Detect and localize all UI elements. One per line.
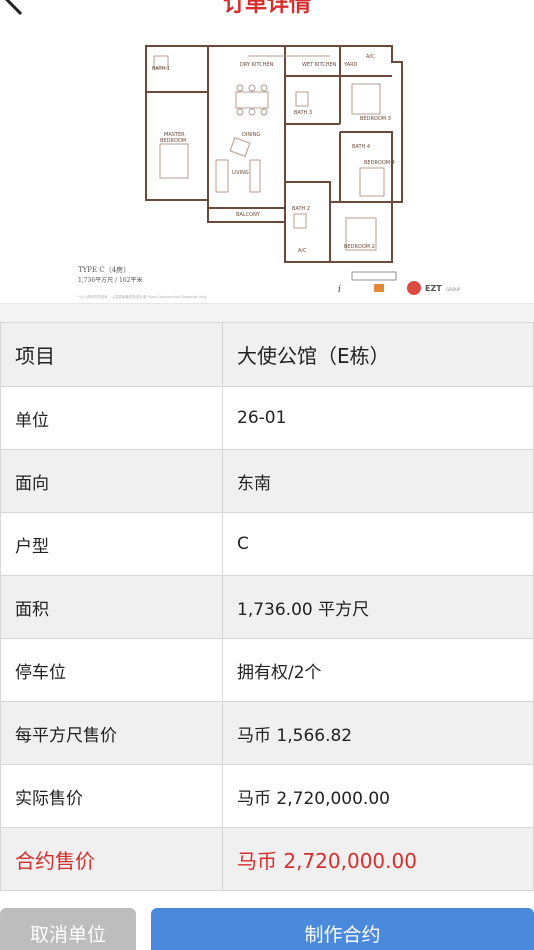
order-detail-table: 项目 大使公馆（E栋） 单位 26-01 面向 东南 户型 C 面积 1,736… bbox=[0, 322, 534, 891]
room-label: DINING bbox=[242, 132, 260, 138]
room-label: A/C bbox=[298, 248, 307, 254]
logo-sub: GROUP bbox=[446, 287, 461, 292]
row-key: 户型 bbox=[0, 512, 223, 576]
row-key: 实际售价 bbox=[0, 764, 223, 828]
row-key: 面积 bbox=[0, 575, 223, 639]
room-label: BATH 2 bbox=[292, 206, 310, 212]
room-label: BATH 1 bbox=[152, 66, 170, 72]
table-header-row: 项目 大使公馆（E栋） bbox=[0, 322, 534, 387]
row-value: 马币 1,566.82 bbox=[222, 701, 534, 765]
room-label: YARD bbox=[343, 62, 358, 68]
row-key: 每平方尺售价 bbox=[0, 701, 223, 765]
nav-bar: 订单详情 bbox=[0, 0, 534, 32]
row-key: 停车位 bbox=[0, 638, 223, 702]
room-label: WET KITCHEN bbox=[302, 62, 337, 68]
room-label: BEDROOM 2 bbox=[344, 244, 375, 250]
row-value: 马币 2,720,000.00 bbox=[222, 764, 534, 828]
table-row: 面向 东南 bbox=[0, 449, 534, 513]
header-value-cell: 大使公馆（E栋） bbox=[222, 322, 534, 387]
table-row: 单位 26-01 bbox=[0, 386, 534, 450]
table-row: 面积 1,736.00 平方尺 bbox=[0, 575, 534, 639]
header-key-cell: 项目 bbox=[0, 322, 223, 387]
ezt-logo-icon bbox=[407, 281, 421, 295]
room-label: BEDROOM 4 bbox=[364, 160, 395, 166]
page-title: 订单详情 bbox=[222, 0, 311, 17]
room-label: BEDROOM 3 bbox=[360, 116, 391, 122]
logo-text: EZT bbox=[425, 284, 442, 293]
contract-price-row: 合约售价 马币 2,720,000.00 bbox=[0, 827, 534, 891]
row-key: 面向 bbox=[0, 449, 223, 513]
row-value: 东南 bbox=[222, 449, 534, 513]
table-row: 每平方尺售价 马币 1,566.82 bbox=[0, 701, 534, 765]
create-contract-button[interactable]: 制作合约 bbox=[151, 908, 534, 950]
unit-area-label: 1,736平方尺 / 162平米 bbox=[78, 276, 142, 284]
table-row: 实际售价 马币 2,720,000.00 bbox=[0, 764, 534, 828]
floorplan-drawing: BATH 1 DRY KITCHEN WET KITCHEN YARD A/C … bbox=[78, 45, 461, 299]
room-label: BALCONY bbox=[236, 212, 261, 218]
room-label: BEDROOM bbox=[160, 138, 186, 144]
row-value: 1,736.00 平方尺 bbox=[222, 575, 534, 639]
bottom-action-bar: 取消单位 制作合约 bbox=[0, 892, 534, 950]
room-label: BATH 3 bbox=[294, 110, 312, 116]
row-value: C bbox=[222, 512, 534, 576]
section-divider bbox=[0, 304, 534, 322]
table-row: 户型 C bbox=[0, 512, 534, 576]
row-key: 单位 bbox=[0, 386, 223, 450]
row-value: 拥有权/2个 bbox=[222, 638, 534, 702]
room-label: BATH 4 bbox=[352, 144, 370, 150]
room-label: DRY KITCHEN bbox=[240, 62, 274, 68]
room-label: A/C bbox=[366, 54, 375, 60]
contract-price-key: 合约售价 bbox=[0, 827, 223, 891]
row-value: 26-01 bbox=[222, 386, 534, 450]
floorplan-footnote: *以上资料仅供参考，以发展商最终批准为准 *Sole Construction … bbox=[78, 294, 207, 299]
floorplan-image: BATH 1 DRY KITCHEN WET KITCHEN YARD A/C … bbox=[0, 32, 534, 304]
table-row: 停车位 拥有权/2个 bbox=[0, 638, 534, 702]
building-icon bbox=[351, 271, 397, 292]
contract-price-value: 马币 2,720,000.00 bbox=[222, 827, 534, 891]
unit-type-label: TYPE C（4房） bbox=[78, 265, 130, 274]
cancel-unit-button[interactable]: 取消单位 bbox=[0, 908, 136, 950]
room-label: LIVING bbox=[232, 170, 249, 176]
info-icon: i bbox=[338, 285, 341, 295]
